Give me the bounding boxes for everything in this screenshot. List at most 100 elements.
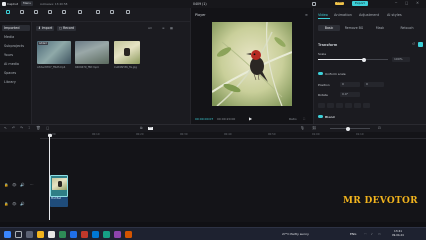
track-visibility-icon[interactable]: 👁 — [12, 183, 17, 188]
media-thumb-3[interactable] — [114, 41, 140, 64]
sidebar-item-spaces[interactable]: Spaces — [2, 70, 30, 76]
windows-start-icon[interactable] — [4, 231, 11, 238]
crop-icon[interactable]: ⧉ — [140, 126, 143, 131]
rotate-field[interactable]: 0.0° — [340, 92, 360, 97]
redo-icon[interactable]: ↷ — [20, 126, 23, 131]
subtab-basic[interactable]: Basic — [318, 25, 340, 31]
sidebar-item-subprojects[interactable]: Subprojects — [2, 43, 30, 49]
zoom-slider-thumb[interactable] — [346, 126, 350, 131]
language-indicator[interactable]: ENG — [350, 232, 356, 236]
track-more-icon[interactable]: ⋯ — [30, 183, 34, 188]
transform-keyframe-icon[interactable] — [418, 42, 423, 47]
word-icon[interactable] — [70, 231, 77, 238]
chrome-browser-icon[interactable] — [103, 231, 110, 238]
wifi-icon[interactable]: ◠ — [364, 232, 367, 236]
edge-browser-icon[interactable] — [92, 231, 99, 238]
clock-time[interactable]: 13:41 — [394, 230, 402, 233]
uniform-scale-toggle[interactable] — [318, 72, 323, 75]
timeline-audio-clip[interactable]: Modified — [50, 197, 68, 207]
track-lock-icon[interactable]: 🔒 — [4, 183, 8, 188]
sidebar-item-library[interactable]: Library — [2, 79, 30, 85]
sidebar-item-yours[interactable]: Yours — [2, 52, 30, 58]
volume-icon[interactable]: ♪ — [371, 232, 373, 236]
sidebar-item-imported[interactable]: Imported — [2, 25, 30, 31]
track2-audio-icon[interactable]: 🔊 — [20, 202, 24, 207]
align-center-icon[interactable] — [327, 103, 334, 108]
align-left-icon[interactable] — [318, 103, 325, 108]
tab-ai-styles[interactable]: AI styles — [387, 13, 402, 17]
export-button[interactable]: Export — [352, 1, 368, 6]
align-bottom-icon[interactable] — [363, 103, 370, 108]
timeline-clip[interactable] — [50, 175, 68, 197]
reset-transform-icon[interactable]: ↺ — [412, 42, 415, 47]
sidebar-item-ai-media[interactable]: AI media — [2, 61, 30, 67]
track2-visibility-icon[interactable]: 👁 — [12, 202, 17, 207]
tool-stickers[interactable]: Stickers — [44, 9, 56, 31]
subtab-retouch[interactable]: Retouch — [394, 25, 420, 31]
microphone-icon[interactable]: 🎙 — [300, 126, 305, 131]
tab-adjustment[interactable]: Adjustment — [359, 13, 379, 17]
split-icon[interactable]: ⌶ — [28, 126, 30, 131]
tool-effects[interactable]: Effects — [58, 9, 70, 31]
menu-button[interactable]: Menu — [21, 1, 34, 6]
delete-icon[interactable]: 🗑 — [36, 126, 41, 131]
zoom-slider[interactable] — [330, 126, 370, 131]
select-tool-icon[interactable]: ↖ — [4, 126, 7, 131]
blend-toggle[interactable] — [318, 115, 323, 118]
sidebar-item-media[interactable]: Media — [2, 34, 30, 40]
video-preview[interactable] — [212, 22, 292, 106]
store-icon[interactable] — [125, 231, 132, 238]
tool-filters[interactable]: Filters — [106, 9, 118, 31]
file-explorer-icon[interactable] — [37, 231, 44, 238]
link-icon[interactable]: ⛓ — [312, 126, 317, 131]
media-thumb-2[interactable] — [75, 41, 109, 64]
search-icon[interactable] — [15, 231, 22, 238]
scale-slider-thumb[interactable] — [362, 57, 366, 62]
tool-transitions[interactable]: Transitions — [74, 9, 89, 31]
subtab-mask[interactable]: Mask — [368, 25, 392, 31]
pro-badge[interactable]: PRO — [335, 1, 345, 6]
close-icon[interactable]: ✕ — [416, 1, 419, 6]
scale-value-field[interactable]: 100% — [392, 56, 410, 62]
clock-date[interactable]: 09-04-24 — [392, 234, 404, 238]
record-button[interactable]: ▢ Record — [57, 26, 77, 31]
tool-adjustment[interactable]: Adjustment — [122, 9, 138, 31]
battery-icon[interactable]: ▭ — [378, 232, 381, 236]
freeze-icon[interactable]: ▢ — [46, 126, 49, 131]
fullscreen-icon[interactable]: ⛶ — [303, 118, 305, 121]
tool-text[interactable]: Text — [30, 9, 42, 31]
weather-status[interactable]: 27°C Partly sunny — [282, 232, 309, 236]
media-thumb-1[interactable]: Added — [37, 41, 71, 64]
tab-video[interactable]: Video — [318, 13, 328, 17]
align-right-icon[interactable] — [336, 103, 343, 108]
sort-filter[interactable]: All — [148, 27, 152, 30]
tool-audio[interactable]: Audio — [16, 9, 28, 31]
undo-icon[interactable]: ↶ — [12, 126, 15, 131]
shortcut-icon[interactable] — [312, 2, 316, 6]
tool-captions[interactable]: Captions — [92, 9, 104, 31]
spreadsheet-icon[interactable] — [59, 231, 66, 238]
playhead-handle[interactable] — [47, 134, 52, 137]
capcut-taskbar-icon[interactable] — [48, 231, 55, 238]
pdf-icon[interactable] — [81, 231, 88, 238]
track-audio-icon[interactable]: 🔊 — [20, 183, 24, 188]
track2-lock-icon[interactable]: 🔒 — [4, 202, 8, 207]
player-menu-icon[interactable]: ≡ — [305, 13, 308, 17]
filter-icon[interactable]: ≡ — [162, 27, 165, 30]
tool-media[interactable]: Media — [2, 9, 14, 31]
grid-view-icon[interactable]: ▦ — [170, 27, 173, 30]
play-icon[interactable]: ▶ — [249, 117, 252, 121]
project-name[interactable]: 0409 (1) — [193, 2, 207, 6]
tab-animation[interactable]: Animation — [334, 13, 352, 17]
timeline-ruler[interactable]: 00:00 00:10 00:20 00:30 00:40 00:50 01:0… — [40, 132, 426, 139]
task-view-icon[interactable] — [26, 231, 33, 238]
align-top-icon[interactable] — [345, 103, 352, 108]
maximize-icon[interactable]: □ — [405, 1, 408, 6]
position-y-field[interactable]: 0 — [364, 82, 384, 87]
ai-badge-icon[interactable]: AI — [148, 126, 153, 131]
ratio-button[interactable]: Ratio — [289, 118, 297, 121]
position-x-field[interactable]: 0 — [340, 82, 360, 87]
align-middle-icon[interactable] — [354, 103, 361, 108]
zoom-fit-icon[interactable]: ⊡ — [378, 126, 381, 131]
media-app-icon[interactable] — [114, 231, 121, 238]
